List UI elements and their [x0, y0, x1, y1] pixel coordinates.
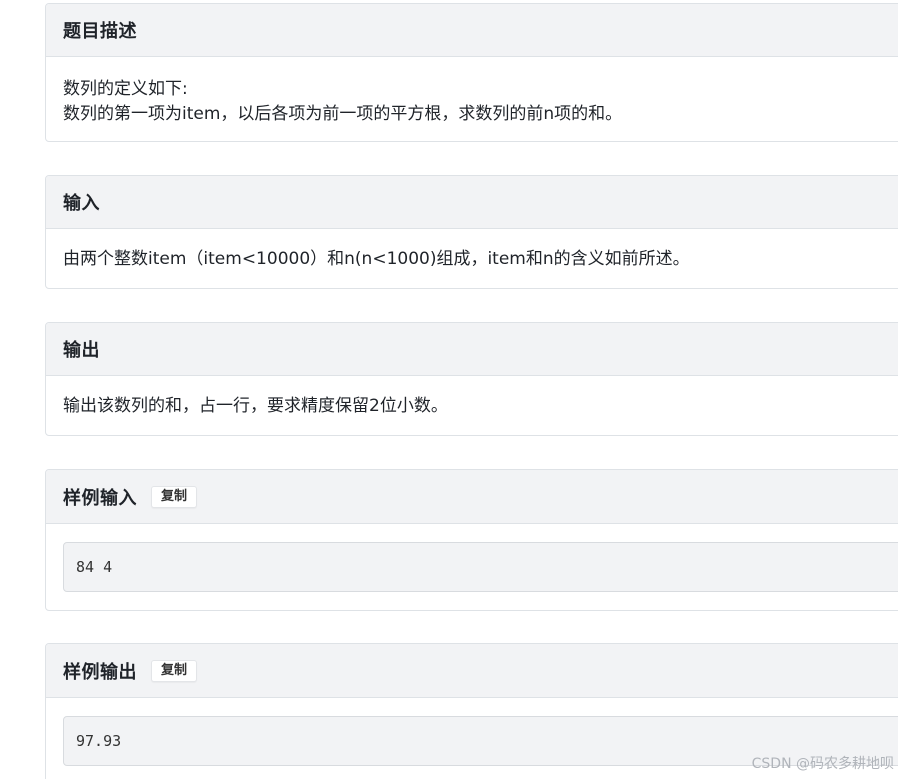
description-line: 数列的定义如下:	[63, 79, 188, 99]
description-line: 数列的第一项为item，以后各项为前一项的平方根，求数列的前n项的和。	[63, 104, 623, 124]
description-title: 题目描述	[63, 21, 137, 42]
description-card: 题目描述 数列的定义如下: 数列的第一项为item，以后各项为前一项的平方根，求…	[45, 3, 898, 142]
copy-sample-input-button[interactable]: 复制	[151, 485, 198, 508]
input-title: 输入	[63, 193, 100, 214]
sample-input-card: 样例输入 复制 84 4	[45, 469, 898, 611]
description-header: 题目描述	[46, 4, 898, 57]
output-line: 输出该数列的和，占一行，要求精度保留2位小数。	[63, 396, 448, 416]
sample-input-code[interactable]: 84 4	[63, 542, 898, 592]
watermark: CSDN @码农多耕地呗	[751, 756, 894, 772]
output-header: 输出	[46, 323, 898, 376]
output-body: 输出该数列的和，占一行，要求精度保留2位小数。	[46, 376, 898, 419]
sample-output-header: 样例输出 复制	[46, 644, 898, 698]
sample-input-header: 样例输入 复制	[46, 470, 898, 524]
input-body: 由两个整数item（item<10000）和n(n<1000)组成，item和n…	[46, 229, 898, 272]
input-line: 由两个整数item（item<10000）和n(n<1000)组成，item和n…	[63, 249, 690, 269]
description-body: 数列的定义如下: 数列的第一项为item，以后各项为前一项的平方根，求数列的前n…	[46, 57, 898, 127]
sample-output-title: 样例输出	[63, 661, 137, 683]
input-header: 输入	[46, 176, 898, 229]
output-card: 输出 输出该数列的和，占一行，要求精度保留2位小数。	[45, 322, 898, 436]
output-title: 输出	[63, 340, 100, 361]
problem-page: 题目描述 数列的定义如下: 数列的第一项为item，以后各项为前一项的平方根，求…	[0, 0, 898, 779]
sample-input-title: 样例输入	[63, 487, 137, 509]
sample-input-body: 84 4	[46, 542, 898, 592]
copy-sample-output-button[interactable]: 复制	[151, 659, 198, 682]
input-card: 输入 由两个整数item（item<10000）和n(n<1000)组成，ite…	[45, 175, 898, 289]
